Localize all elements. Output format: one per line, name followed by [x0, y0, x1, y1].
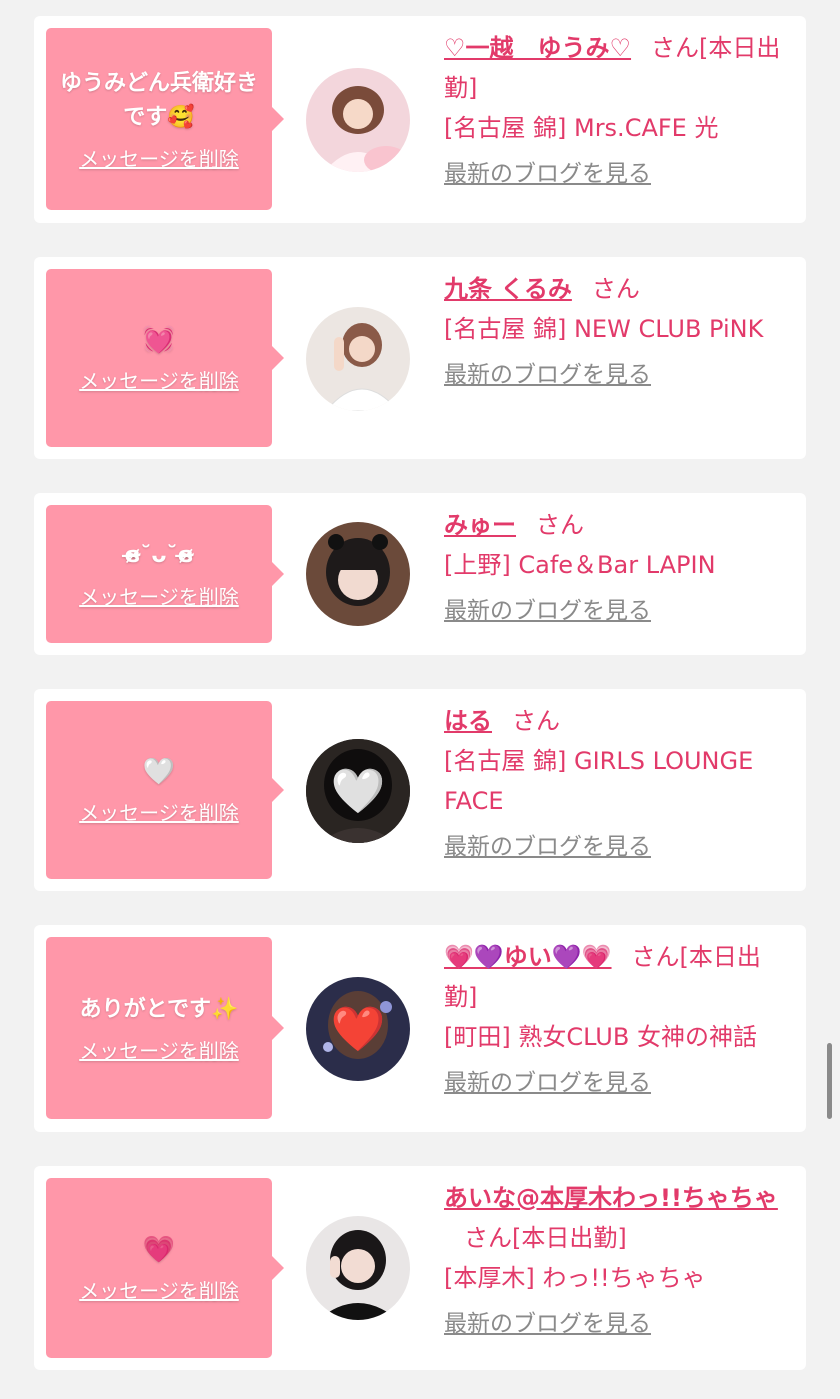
- message-bubble: ɞ̴̶̷˘ᴗ˘ɞ̴̶̷ メッセージを削除: [46, 505, 284, 643]
- avatar[interactable]: [306, 68, 410, 172]
- girl-info: みゅー さん [上野] Cafe＆Bar LAPIN 最新のブログを見る: [444, 505, 792, 631]
- message-bubble: ゆうみどん兵衛好きです🥰 メッセージを削除: [46, 28, 284, 210]
- girl-name-link[interactable]: 九条 くるみ: [444, 275, 572, 303]
- girl-name-link[interactable]: あいな@本厚木わっ!!ちゃちゃ: [444, 1184, 778, 1212]
- blog-link[interactable]: 最新のブログを見る: [444, 591, 651, 631]
- delete-message-link[interactable]: メッセージを削除: [79, 1035, 239, 1064]
- message-card: ゆうみどん兵衛好きです🥰 メッセージを削除 ♡一越 ゆうみ♡ さん[本日出勤] […: [34, 16, 806, 223]
- girl-name-link[interactable]: みゅー: [444, 511, 516, 539]
- message-bubble: 💓 メッセージを削除: [46, 269, 284, 447]
- message-card: ありがとです✨ メッセージを削除 ❤️ 💗💜ゆい💜💗 さん[本日出勤] [町田] …: [34, 925, 806, 1132]
- message-text: ɞ̴̶̷˘ᴗ˘ɞ̴̶̷: [124, 542, 194, 568]
- girl-info: 💗💜ゆい💜💗 さん[本日出勤] [町田] 熟女CLUB 女神の神話 最新のブログを…: [444, 937, 792, 1103]
- woman-photo-icon: [306, 68, 410, 172]
- name-line: あいな@本厚木わっ!!ちゃちゃさん[本日出勤]: [444, 1178, 792, 1258]
- woman-photo-icon: [306, 1216, 410, 1320]
- girl-name-link[interactable]: 💗💜ゆい💜💗: [444, 943, 612, 971]
- honorific: さん: [591, 275, 640, 303]
- scrollbar[interactable]: [827, 1043, 832, 1119]
- delete-message-link[interactable]: メッセージを削除: [79, 797, 239, 826]
- red-heart-icon: ❤️: [330, 1004, 386, 1055]
- blog-link[interactable]: 最新のブログを見る: [444, 1063, 651, 1103]
- message-bubble: 💗 メッセージを削除: [46, 1178, 284, 1358]
- shop-label: [名古屋 錦] GIRLS LOUNGE FACE: [444, 747, 754, 815]
- delete-message-link[interactable]: メッセージを削除: [79, 143, 239, 172]
- white-heart-icon: 🤍: [330, 766, 386, 817]
- avatar[interactable]: [306, 307, 410, 411]
- name-line: 💗💜ゆい💜💗 さん[本日出勤]: [444, 937, 792, 1017]
- name-line: はる さん: [444, 701, 792, 741]
- message-text: 💗: [142, 1234, 176, 1265]
- message-card: 💓 メッセージを削除 九条 くるみ さん [名古屋 錦] NEW CLUB PiN…: [34, 257, 806, 459]
- avatar[interactable]: ❤️: [306, 977, 410, 1081]
- woman-photo-icon: [306, 522, 410, 626]
- girl-info: あいな@本厚木わっ!!ちゃちゃさん[本日出勤] [本厚木] わっ!!ちゃちゃ 最…: [444, 1178, 792, 1344]
- name-line: 九条 くるみ さん: [444, 269, 792, 309]
- shop-label: [名古屋 錦] NEW CLUB PiNK: [444, 315, 764, 343]
- blog-link[interactable]: 最新のブログを見る: [444, 355, 651, 395]
- message-text: ゆうみどん兵衛好きです🥰: [59, 70, 258, 130]
- delete-message-link[interactable]: メッセージを削除: [79, 581, 239, 610]
- message-card: 💗 メッセージを削除 あいな@本厚木わっ!!ちゃちゃさん[本日出勤] [本厚木]…: [34, 1166, 806, 1370]
- message-card: 🤍 メッセージを削除 🤍 はる さん [名古屋 錦] GIRLS LOUNGE F…: [34, 689, 806, 891]
- avatar[interactable]: [306, 522, 410, 626]
- avatar[interactable]: 🤍: [306, 739, 410, 843]
- message-text: ありがとです✨: [79, 996, 239, 1022]
- girl-info: 九条 くるみ さん [名古屋 錦] NEW CLUB PiNK 最新のブログを見る: [444, 269, 792, 395]
- honorific: さん[本日出勤]: [464, 1224, 627, 1252]
- girl-name-link[interactable]: ♡一越 ゆうみ♡: [444, 34, 631, 62]
- shop-label: [町田] 熟女CLUB 女神の神話: [444, 1023, 757, 1051]
- shop-label: [上野] Cafe＆Bar LAPIN: [444, 551, 716, 579]
- girl-name-link[interactable]: はる: [444, 707, 492, 735]
- shop-label: [名古屋 錦] Mrs.CAFE 光: [444, 114, 719, 142]
- message-text: 🤍: [142, 756, 176, 787]
- honorific: さん: [512, 707, 560, 735]
- blog-link[interactable]: 最新のブログを見る: [444, 154, 651, 194]
- girl-info: ♡一越 ゆうみ♡ さん[本日出勤] [名古屋 錦] Mrs.CAFE 光 最新のブ…: [444, 28, 792, 194]
- name-line: みゅー さん: [444, 505, 792, 545]
- blog-link[interactable]: 最新のブログを見る: [444, 827, 651, 867]
- delete-message-link[interactable]: メッセージを削除: [79, 1275, 239, 1304]
- girl-info: はる さん [名古屋 錦] GIRLS LOUNGE FACE 最新のブログを見る: [444, 701, 792, 867]
- message-bubble: ありがとです✨ メッセージを削除: [46, 937, 284, 1119]
- avatar[interactable]: [306, 1216, 410, 1320]
- message-text: 💓: [142, 324, 176, 355]
- name-line: ♡一越 ゆうみ♡ さん[本日出勤]: [444, 28, 792, 108]
- blog-link[interactable]: 最新のブログを見る: [444, 1304, 651, 1344]
- message-card: ɞ̴̶̷˘ᴗ˘ɞ̴̶̷ メッセージを削除 みゅー さん [上野] Cafe＆Bar…: [34, 493, 806, 655]
- woman-photo-icon: [306, 307, 410, 411]
- delete-message-link[interactable]: メッセージを削除: [79, 365, 239, 394]
- message-bubble: 🤍 メッセージを削除: [46, 701, 284, 879]
- shop-label: [本厚木] わっ!!ちゃちゃ: [444, 1264, 706, 1292]
- honorific: さん: [536, 511, 584, 539]
